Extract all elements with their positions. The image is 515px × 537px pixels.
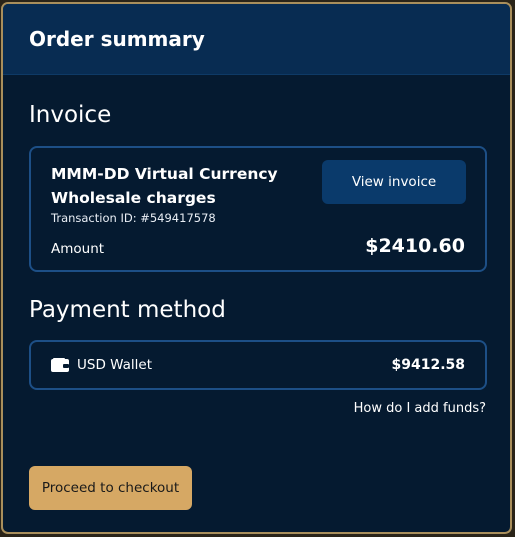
invoice-section-title: Invoice [29, 102, 112, 128]
proceed-to-checkout-button[interactable]: Proceed to checkout [29, 466, 192, 510]
payment-section-title: Payment method [29, 297, 226, 323]
panel-title: Order summary [29, 27, 205, 51]
invoice-card: MMM-DD Virtual Currency Wholesale charge… [29, 146, 487, 272]
order-summary-panel: Order summary Invoice MMM-DD Virtual Cur… [1, 2, 512, 534]
wallet-balance: $9412.58 [391, 357, 465, 373]
amount-value: $2410.60 [365, 235, 465, 257]
wallet-label: USD Wallet [77, 357, 152, 373]
view-invoice-button[interactable]: View invoice [322, 160, 466, 204]
payment-method-card[interactable]: USD Wallet $9412.58 [29, 340, 487, 390]
transaction-id: Transaction ID: #549417578 [51, 211, 216, 225]
wallet-icon [51, 358, 69, 372]
panel-header: Order summary [3, 4, 510, 75]
amount-label: Amount [51, 241, 105, 257]
add-funds-link[interactable]: How do I add funds? [354, 401, 486, 416]
invoice-name: MMM-DD Virtual Currency Wholesale charge… [51, 165, 278, 207]
